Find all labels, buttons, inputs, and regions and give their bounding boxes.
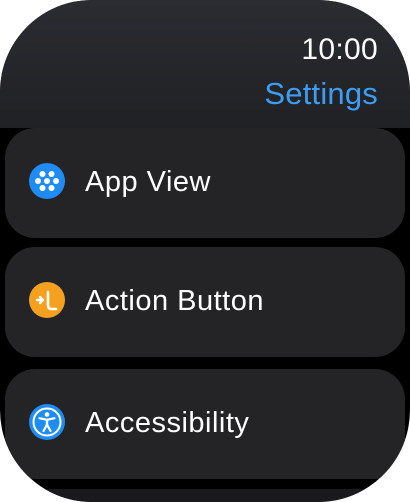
page-title[interactable]: Settings (264, 76, 378, 112)
watch-screen: 10:00 Settings App View Action Button Ac… (0, 0, 410, 502)
settings-item-app-view[interactable]: App View (5, 128, 405, 238)
settings-item-label: Accessibility (85, 407, 250, 439)
next-settings-item-peek[interactable] (28, 489, 382, 502)
status-time: 10:00 (301, 33, 378, 66)
settings-item-label: App View (85, 166, 211, 198)
settings-item-label: Action Button (85, 285, 264, 317)
app-grid-icon (29, 163, 65, 199)
settings-item-accessibility[interactable]: Accessibility (5, 369, 405, 479)
action-button-icon (29, 282, 65, 318)
header: 10:00 Settings (0, 0, 410, 128)
settings-item-action-button[interactable]: Action Button (5, 247, 405, 357)
accessibility-icon (29, 404, 65, 440)
